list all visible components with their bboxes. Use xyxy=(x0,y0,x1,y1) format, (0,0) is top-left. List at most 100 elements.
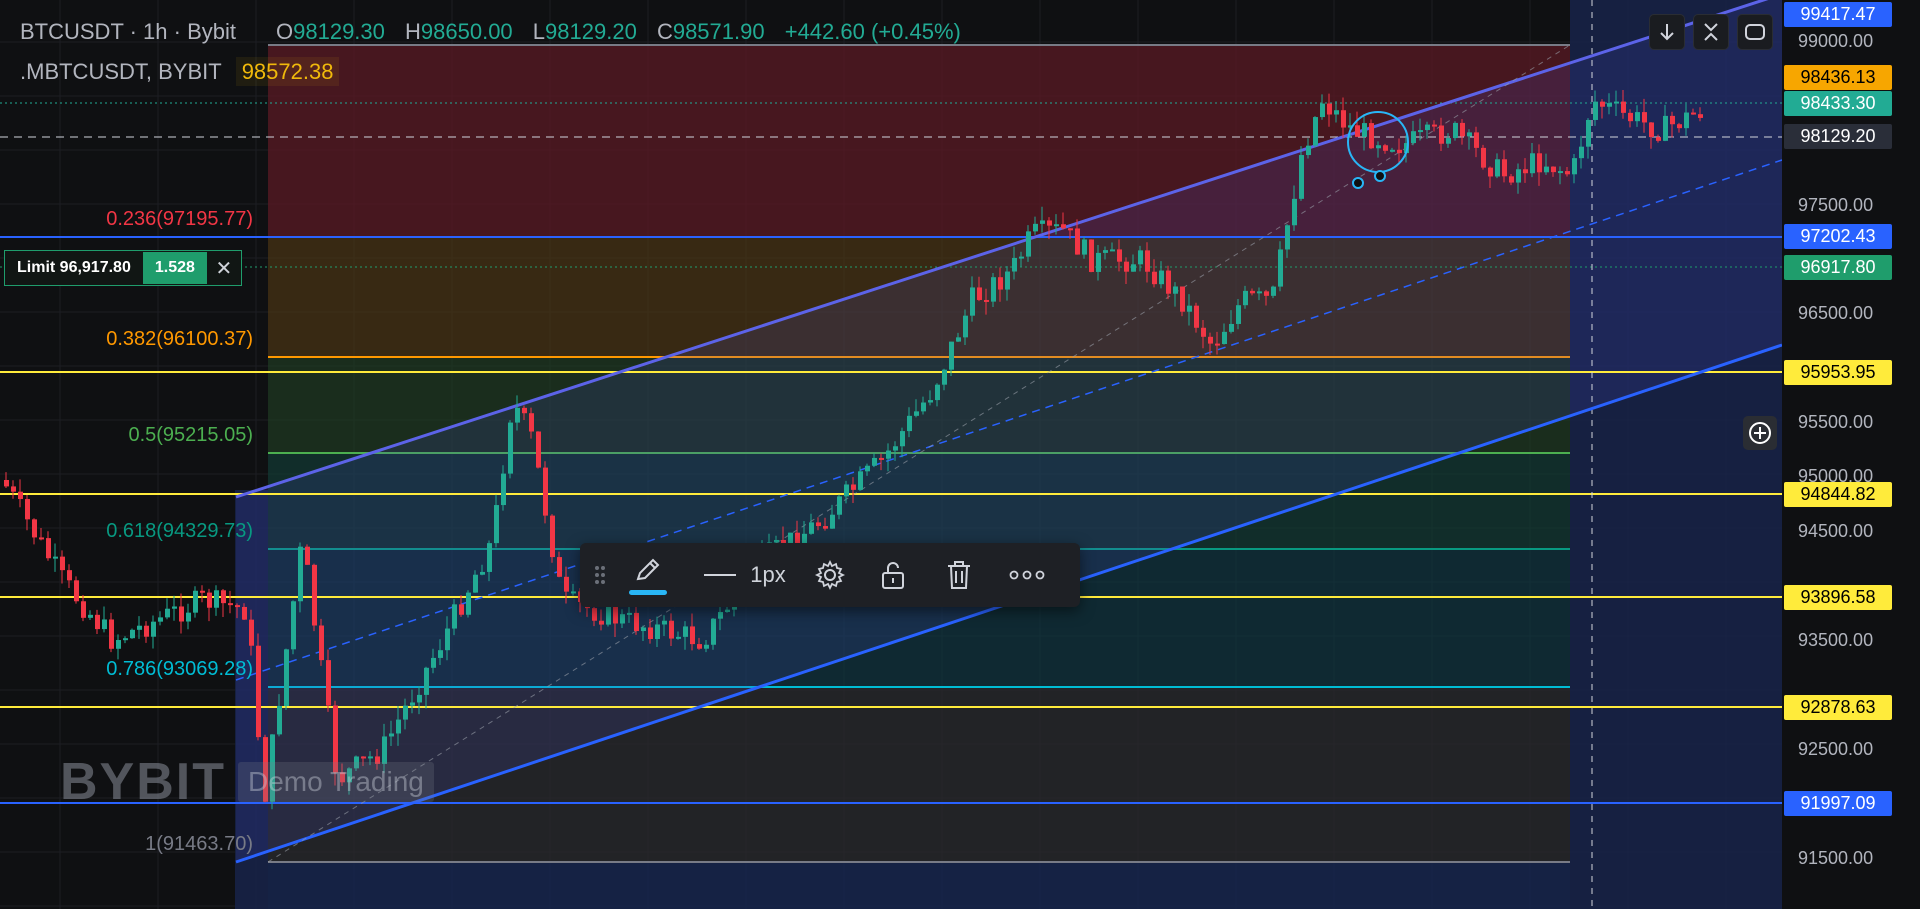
candle-body xyxy=(1124,261,1129,272)
close-value: 98571.90 xyxy=(672,19,765,44)
limit-order-qty: 1.528 xyxy=(142,252,207,284)
candle-body xyxy=(305,546,310,565)
lock-button[interactable] xyxy=(860,559,926,591)
candle-body xyxy=(970,287,975,316)
candle-body xyxy=(67,570,72,581)
candle-body xyxy=(851,484,856,490)
candle-body xyxy=(1341,110,1346,128)
candle-body xyxy=(1635,112,1640,122)
candle-body xyxy=(1432,124,1437,127)
candle-body xyxy=(1278,249,1283,287)
candle-body xyxy=(1453,122,1458,139)
drawing-toolbar: 1px xyxy=(580,543,1080,607)
candle-body xyxy=(725,609,730,613)
candle-body xyxy=(165,608,170,618)
candle-body xyxy=(1425,124,1430,131)
candle-body xyxy=(1229,323,1234,332)
candle-body xyxy=(1012,257,1017,272)
candle-body xyxy=(1019,256,1024,259)
color-button[interactable] xyxy=(620,556,676,595)
candle-body xyxy=(1082,239,1087,255)
candle-body xyxy=(508,422,513,474)
candle-body xyxy=(18,491,23,500)
candle-body xyxy=(1187,305,1192,312)
candle-body xyxy=(963,315,968,338)
candle-body xyxy=(1138,250,1143,265)
bybit-logo: BYBIT xyxy=(60,753,226,811)
candle-body xyxy=(193,590,198,613)
candle-body xyxy=(704,644,709,649)
price-tag: 95953.95 xyxy=(1784,360,1892,385)
candle-body xyxy=(249,619,254,646)
candle-body xyxy=(277,705,282,735)
price-tag: 97202.43 xyxy=(1784,224,1892,249)
index-legend[interactable]: .MBTCUSDT, BYBIT 98572.38 xyxy=(20,57,340,86)
add-alert-button[interactable] xyxy=(1743,416,1777,450)
candle-body xyxy=(172,606,177,609)
index-price: 98572.38 xyxy=(235,57,340,86)
trash-icon xyxy=(948,561,970,589)
symbol-title[interactable]: BTCUSDT · 1h · Bybit xyxy=(20,19,236,45)
candle-body xyxy=(536,431,541,468)
candle-body xyxy=(179,606,184,622)
candle-body xyxy=(1271,286,1276,296)
candle-body xyxy=(403,705,408,720)
close-icon[interactable]: ✕ xyxy=(207,256,241,281)
candle-body xyxy=(459,604,464,615)
limit-order-line[interactable]: Limit 96,917.80 1.528 ✕ xyxy=(4,250,242,286)
candle-body xyxy=(1530,153,1535,174)
candle-body xyxy=(1362,123,1367,137)
candle-body xyxy=(564,576,569,592)
price-tag: 96917.80 xyxy=(1784,255,1892,280)
fullscreen-button[interactable] xyxy=(1737,14,1773,50)
candle-body xyxy=(1103,250,1108,253)
settings-button[interactable] xyxy=(800,559,860,591)
high-label: H xyxy=(405,19,421,44)
axis-tick: 93500.00 xyxy=(1798,630,1874,650)
pencil-icon xyxy=(636,558,660,580)
candle-body xyxy=(1670,115,1675,125)
candle-body xyxy=(641,627,646,632)
candle-body xyxy=(984,299,989,302)
candle-body xyxy=(1061,224,1066,229)
candle-body xyxy=(1313,117,1318,146)
candle-body xyxy=(1383,145,1388,151)
candle-body xyxy=(1628,112,1633,122)
candle-body xyxy=(95,614,100,630)
candle-body xyxy=(676,636,681,639)
collapse-icon xyxy=(1704,23,1718,41)
price-tag: 94844.82 xyxy=(1784,482,1892,507)
candle-body xyxy=(424,667,429,695)
scroll-to-latest-button[interactable] xyxy=(1649,14,1685,50)
candle-body xyxy=(879,457,884,460)
candle-body xyxy=(690,626,695,645)
candle-body xyxy=(109,619,114,649)
line-width-label: 1px xyxy=(750,562,786,587)
candle-body xyxy=(102,619,107,630)
candle-body xyxy=(949,341,954,370)
candle-body xyxy=(1523,169,1528,174)
candle-body xyxy=(1355,125,1360,137)
candle-body xyxy=(998,277,1003,290)
candle-body xyxy=(1544,166,1549,173)
candle-body xyxy=(522,407,527,414)
candle-body xyxy=(599,620,604,625)
open-value: 98129.30 xyxy=(293,19,385,44)
line-width-button[interactable]: 1px xyxy=(690,562,800,588)
candle-body xyxy=(1411,131,1416,144)
more-button[interactable] xyxy=(992,570,1062,580)
delete-button[interactable] xyxy=(926,559,992,591)
candle-body xyxy=(1537,153,1542,173)
candle-body xyxy=(907,415,912,432)
high-value: 98650.00 xyxy=(420,19,513,44)
candle-body xyxy=(1593,101,1598,120)
candle-body xyxy=(116,640,121,649)
candle-body xyxy=(914,411,919,416)
candle-body xyxy=(1068,228,1073,231)
candle-body xyxy=(1649,122,1654,138)
drag-handle-icon[interactable] xyxy=(580,564,620,586)
candle-body xyxy=(1264,291,1269,296)
collapse-button[interactable] xyxy=(1693,14,1729,50)
fib-label-1: 1(91463.70) xyxy=(145,833,253,855)
candle-body xyxy=(480,571,485,575)
